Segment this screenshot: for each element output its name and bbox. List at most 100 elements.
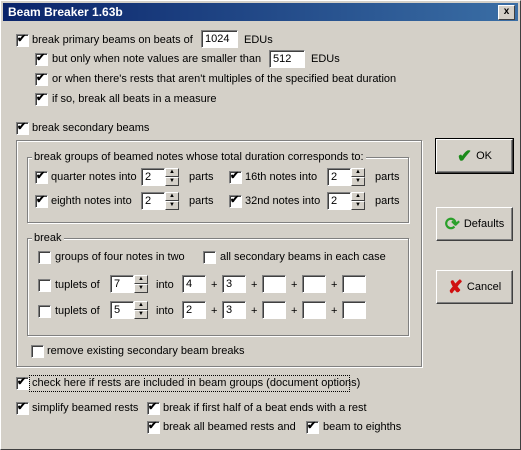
title-bar: Beam Breaker 1.63b x	[3, 3, 518, 21]
groups-box	[27, 157, 409, 223]
tuplets1-field[interactable]: 7	[110, 275, 134, 293]
groups-box-title: break groups of beamed notes whose total…	[32, 151, 366, 163]
tuplets1-label: tuplets of	[55, 279, 100, 291]
spin-up-icon[interactable]: ▲	[165, 168, 179, 177]
quarter-spinner[interactable]: ▲ ▼	[165, 168, 179, 186]
eighth-unit: parts	[189, 195, 214, 207]
eighth-spinner[interactable]: ▲ ▼	[165, 192, 179, 210]
thirtysecond-checkbox[interactable]	[229, 193, 242, 208]
eighth-checkbox[interactable]	[35, 193, 48, 208]
spin-down-icon[interactable]: ▼	[165, 201, 179, 210]
quarter-label: quarter notes into	[51, 171, 137, 183]
spin-up-icon[interactable]: ▲	[134, 275, 148, 284]
spin-down-icon[interactable]: ▼	[134, 310, 148, 319]
defaults-button[interactable]: ⟳ Defaults	[436, 207, 513, 241]
tuplets2-field[interactable]: 5	[110, 301, 134, 319]
primary-beat-field[interactable]: 1024	[201, 30, 238, 48]
close-icon: x	[503, 6, 510, 17]
break-all-beats-label: if so, break all beats in a measure	[52, 93, 217, 105]
beam-eighths-label: beam to eighths	[323, 421, 402, 433]
all-secondary-checkbox[interactable]	[203, 251, 216, 264]
tuplets2-into: into	[156, 305, 174, 317]
spin-down-icon[interactable]: ▼	[134, 284, 148, 293]
window-title: Beam Breaker 1.63b	[8, 5, 123, 19]
rests-included-label: check here if rests are included in beam…	[32, 377, 361, 389]
sixteenth-label: 16th notes into	[245, 171, 318, 183]
cancel-label: Cancel	[466, 281, 502, 293]
spin-down-icon[interactable]: ▼	[351, 201, 365, 210]
smaller-than-label: but only when note values are smaller th…	[52, 53, 262, 65]
rests-included-checkbox[interactable]	[16, 375, 29, 390]
spin-down-icon[interactable]: ▼	[351, 177, 365, 186]
beam-eighths-checkbox[interactable]	[306, 419, 319, 434]
four-in-two-checkbox[interactable]	[38, 251, 51, 264]
thirtysecond-unit: parts	[375, 195, 400, 207]
break-all-rests-checkbox[interactable]	[147, 419, 160, 434]
simplify-rests-label: simplify beamed rests	[32, 402, 139, 414]
defaults-label: Defaults	[463, 218, 505, 230]
break-all-beats-checkbox[interactable]	[35, 91, 48, 106]
smaller-than-field[interactable]: 512	[269, 50, 305, 68]
thirtysecond-spinner[interactable]: ▲ ▼	[351, 192, 365, 210]
four-in-two-label: groups of four notes in two	[55, 251, 185, 263]
quarter-field[interactable]: 2	[141, 168, 165, 186]
tuplets2-part-field[interactable]	[302, 301, 326, 319]
simplify-rests-checkbox[interactable]	[16, 400, 29, 415]
tuplets1-checkbox[interactable]	[38, 279, 51, 292]
tuplets2-part-field[interactable]: 3	[222, 301, 246, 319]
quarter-unit: parts	[189, 171, 214, 183]
ok-label: OK	[476, 150, 492, 162]
tuplets1-part-field[interactable]: 4	[182, 275, 206, 293]
tuplets2-spinner[interactable]: ▲ ▼	[134, 301, 148, 319]
break-box-title: break	[32, 232, 64, 244]
tuplets1-spinner[interactable]: ▲ ▼	[134, 275, 148, 293]
sixteenth-spinner[interactable]: ▲ ▼	[351, 168, 365, 186]
tuplets2-part-field[interactable]	[342, 301, 366, 319]
thirtysecond-label: 32nd notes into	[245, 195, 321, 207]
plus-label: +	[211, 305, 218, 317]
first-half-checkbox[interactable]	[147, 400, 160, 415]
x-icon: ✘	[447, 277, 463, 297]
eighth-field[interactable]: 2	[141, 192, 165, 210]
tuplets1-part-field[interactable]	[262, 275, 286, 293]
spin-up-icon[interactable]: ▲	[351, 168, 365, 177]
plus-label: +	[331, 305, 338, 317]
spin-up-icon[interactable]: ▲	[165, 192, 179, 201]
remove-breaks-checkbox[interactable]	[31, 345, 44, 358]
plus-label: +	[251, 305, 258, 317]
plus-label: +	[331, 279, 338, 291]
eighth-label: eighth notes into	[51, 195, 132, 207]
break-all-rests-label: break all beamed rests and	[163, 421, 296, 433]
tuplets2-checkbox[interactable]	[38, 305, 51, 318]
plus-label: +	[291, 279, 298, 291]
beam-breaker-dialog: Beam Breaker 1.63b x break primary beams…	[0, 0, 521, 450]
tuplets2-part-field[interactable]: 2	[182, 301, 206, 319]
ok-button[interactable]: ✔ OK	[435, 138, 514, 174]
secondary-beams-checkbox[interactable]	[16, 120, 29, 135]
tuplets1-part-field[interactable]: 3	[222, 275, 246, 293]
smaller-than-checkbox[interactable]	[35, 51, 48, 66]
plus-label: +	[211, 279, 218, 291]
plus-label: +	[291, 305, 298, 317]
sixteenth-field[interactable]: 2	[327, 168, 351, 186]
quarter-checkbox[interactable]	[35, 169, 48, 184]
spin-up-icon[interactable]: ▲	[351, 192, 365, 201]
first-half-label: break if first half of a beat ends with …	[163, 402, 367, 414]
thirtysecond-field[interactable]: 2	[327, 192, 351, 210]
close-button[interactable]: x	[498, 5, 515, 20]
plus-label: +	[251, 279, 258, 291]
tuplets1-part-field[interactable]	[342, 275, 366, 293]
tuplets1-part-field[interactable]	[302, 275, 326, 293]
rests-multiples-label: or when there's rests that aren't multip…	[52, 73, 397, 85]
primary-beams-checkbox[interactable]	[16, 32, 29, 47]
primary-beams-label: break primary beams on beats of	[32, 34, 193, 46]
spin-down-icon[interactable]: ▼	[165, 177, 179, 186]
secondary-beams-label: break secondary beams	[32, 122, 150, 134]
cancel-button[interactable]: ✘ Cancel	[436, 270, 513, 304]
sixteenth-unit: parts	[375, 171, 400, 183]
sixteenth-checkbox[interactable]	[229, 169, 242, 184]
smaller-than-unit: EDUs	[311, 53, 340, 65]
spin-up-icon[interactable]: ▲	[134, 301, 148, 310]
tuplets2-part-field[interactable]	[262, 301, 286, 319]
rests-multiples-checkbox[interactable]	[35, 71, 48, 86]
